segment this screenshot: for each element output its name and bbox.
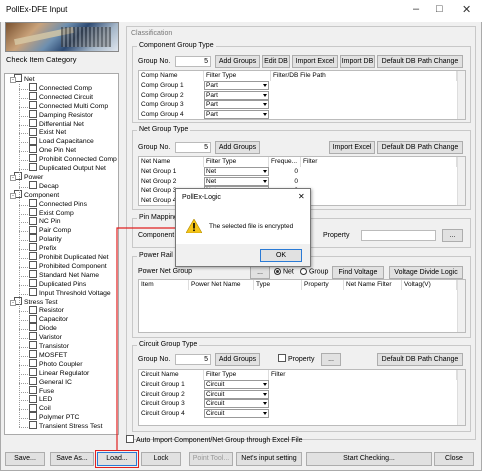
dialog-title: PollEx-Logic	[182, 194, 221, 201]
warning-icon	[186, 219, 202, 233]
dialog-ok-button[interactable]: OK	[260, 249, 302, 262]
dialog-message: The selected file is encrypted	[209, 223, 294, 230]
encrypted-file-dialog: PollEx-Logic ✕ The selected file is encr…	[175, 188, 311, 267]
dialog-footer: OK	[176, 244, 310, 266]
dialog-close-icon[interactable]: ✕	[298, 192, 305, 201]
